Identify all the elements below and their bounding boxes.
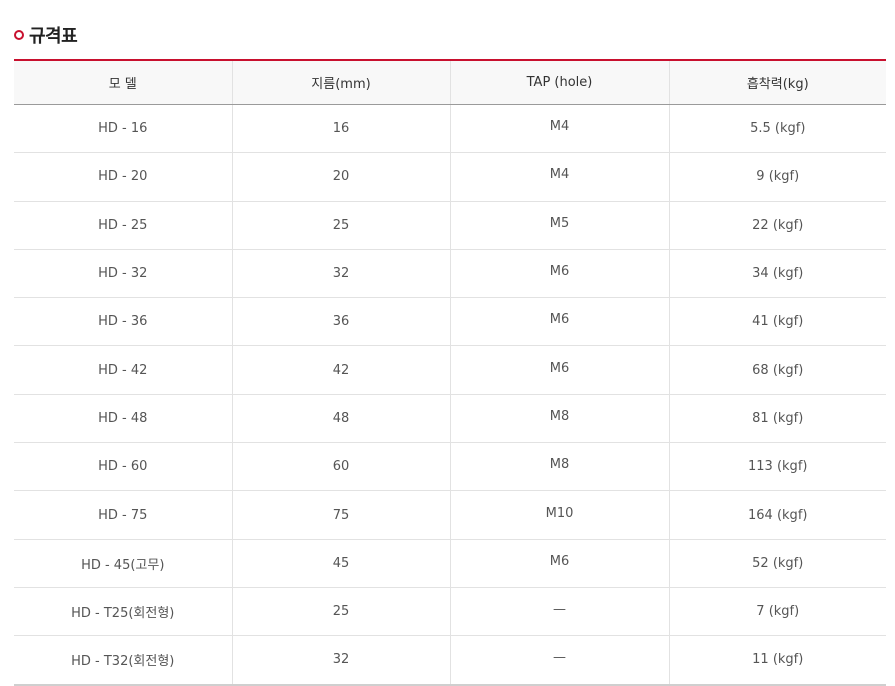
table-row: HD - 48 48 M8 81 (kgf): [14, 394, 886, 444]
circle-bullet-icon: [14, 30, 24, 40]
cell-holding-force: 164 (kgf): [668, 490, 886, 540]
cell-diameter: 36: [231, 297, 450, 347]
header-tap: TAP (hole): [449, 60, 669, 105]
cell-diameter: 20: [231, 152, 450, 202]
table-row: HD - 16 16 M4 5.5 (kgf): [14, 104, 886, 154]
cell-tap: —: [449, 587, 669, 637]
cell-tap: M6: [449, 539, 669, 588]
cell-model: HD - 42: [14, 345, 232, 395]
cell-tap: M4: [449, 152, 669, 202]
table-row: HD - 75 75 M10 164 (kgf): [14, 490, 886, 540]
cell-model: HD - 75: [14, 490, 232, 540]
cell-diameter: 32: [231, 635, 450, 686]
cell-diameter: 42: [231, 345, 450, 395]
cell-tap: M4: [449, 104, 669, 154]
cell-tap: M8: [449, 394, 669, 444]
cell-holding-force: 68 (kgf): [668, 345, 886, 395]
cell-tap: —: [449, 635, 669, 686]
cell-holding-force: 5.5 (kgf): [668, 104, 886, 154]
cell-model: HD - 25: [14, 201, 232, 250]
spec-table: 모 델 지름(mm) TAP (hole) 흡착력(kg) HD - 16 16 M…: [14, 59, 886, 686]
cell-diameter: 75: [231, 490, 450, 540]
header-model: 모 델: [14, 60, 232, 105]
cell-holding-force: 52 (kgf): [668, 539, 886, 588]
cell-diameter: 25: [231, 201, 450, 250]
table-row: HD - 36 36 M6 41 (kgf): [14, 297, 886, 347]
cell-holding-force: 113 (kgf): [668, 442, 886, 492]
section-heading: 규격표: [14, 22, 78, 48]
cell-holding-force: 11 (kgf): [668, 635, 886, 686]
cell-diameter: 48: [231, 394, 450, 444]
cell-model: HD - 32: [14, 249, 232, 299]
cell-diameter: 60: [231, 442, 450, 492]
section-title: 규격표: [29, 26, 78, 47]
cell-diameter: 16: [231, 104, 450, 154]
cell-holding-force: 22 (kgf): [668, 201, 886, 250]
table-row: HD - T25(회전형) 25—7 (kgf): [14, 587, 886, 637]
table-row: HD - 42 42 M6 68 (kgf): [14, 345, 886, 395]
cell-tap: M6: [449, 249, 669, 299]
cell-model: HD - 45(고무): [14, 539, 232, 588]
header-diameter: 지름(mm): [231, 60, 450, 105]
table-row: HD - 45(고무) 45 M6 52 (kgf): [14, 539, 886, 588]
table-row: HD - T32(회전형) 32—11 (kgf): [14, 635, 886, 686]
table-row: HD - 60 60 M8 113 (kgf): [14, 442, 886, 492]
cell-tap: M6: [449, 345, 669, 395]
header-holding-force: 흡착력(kg): [668, 60, 886, 105]
cell-diameter: 45: [231, 539, 450, 588]
table-row: HD - 32 32 M6 34 (kgf): [14, 249, 886, 299]
table-row: HD - 25 25 M5 22 (kgf): [14, 201, 886, 250]
cell-model: HD - 48: [14, 394, 232, 444]
cell-tap: M5: [449, 201, 669, 250]
cell-model: HD - 60: [14, 442, 232, 492]
cell-holding-force: 41 (kgf): [668, 297, 886, 347]
cell-tap: M6: [449, 297, 669, 347]
cell-holding-force: 7 (kgf): [668, 587, 886, 637]
cell-diameter: 25: [231, 587, 450, 637]
cell-holding-force: 81 (kgf): [668, 394, 886, 444]
cell-model: HD - 16: [14, 104, 232, 154]
table-body: HD - 16 16 M4 5.5 (kgf) HD - 20 20 M4 9 (kgf) HD…: [14, 104, 886, 686]
table-row: HD - 20 20 M4 9 (kgf): [14, 152, 886, 202]
cell-model: HD - T32(회전형): [14, 635, 232, 686]
cell-tap: M10: [449, 490, 669, 540]
cell-model: HD - 36: [14, 297, 232, 347]
table-header-row: 모 델 지름(mm) TAP (hole) 흡착력(kg): [14, 60, 886, 105]
cell-holding-force: 9 (kgf): [668, 152, 886, 202]
cell-holding-force: 34 (kgf): [668, 249, 886, 299]
cell-tap: M8: [449, 442, 669, 492]
cell-model: HD - T25(회전형): [14, 587, 232, 637]
cell-model: HD - 20: [14, 152, 232, 202]
cell-diameter: 32: [231, 249, 450, 299]
